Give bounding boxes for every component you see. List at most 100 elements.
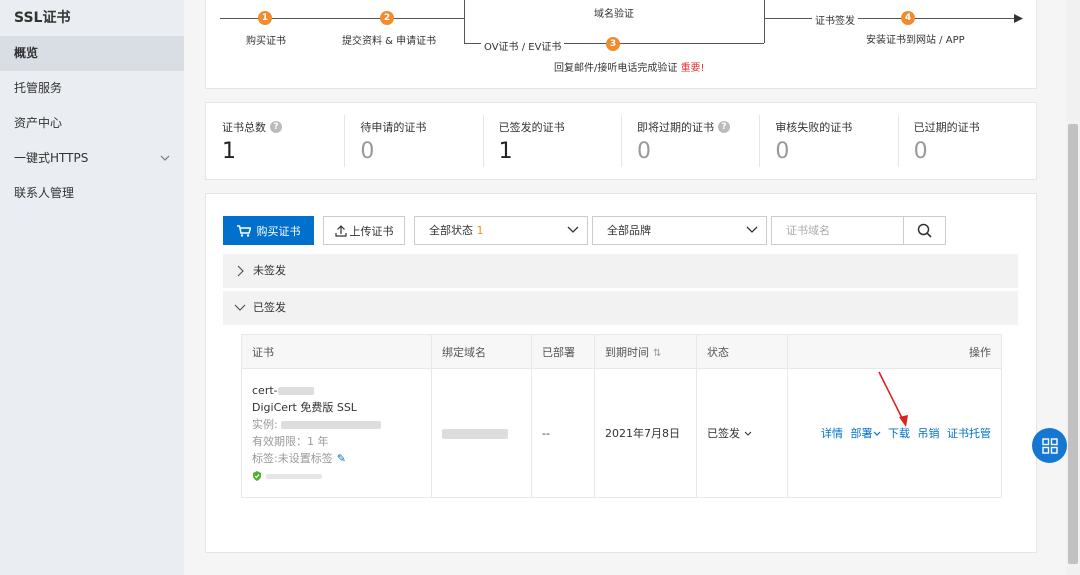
stat-label: 即将过期的证书 [636,121,714,134]
sidebar-item-contacts[interactable]: 联系人管理 [0,176,184,211]
group-label: 未签发 [253,264,286,277]
stat-label: 已签发的证书 [498,121,565,134]
domain-cell [431,368,532,498]
brand-select-value: 全部品牌 [607,224,651,237]
stats-panel: 证书总数? 1 待申请的证书 0 已签发的证书 1 即将过期的证书? 0 审核失… [205,102,1037,180]
stat-value: 0 [775,139,790,164]
upload-icon [334,224,347,237]
sidebar-item-label: 托管服务 [14,81,63,95]
ov-ev-label: OV证书 / EV证书 [481,38,565,53]
col-expiry-label: 到期时间 [605,345,649,359]
cert-badge [252,467,431,484]
buy-label: 购买证书 [256,224,301,238]
help-icon[interactable]: ? [717,121,730,133]
chevron-down-icon [744,431,751,436]
scrollbar-thumb[interactable] [1068,124,1078,564]
sidebar-item-overview[interactable]: 概览 [0,36,184,71]
chevron-down-icon [234,304,246,311]
cert-instance: 实例: [252,416,431,433]
stat-issued[interactable]: 已签发的证书 1 [482,103,621,179]
sidebar-item-https[interactable]: 一键式HTTPS [0,141,184,176]
group-label: 已签发 [253,301,286,314]
status-cell[interactable]: 已签发 [696,368,788,498]
cert-name: cert- [252,382,431,399]
chevron-down-icon [746,226,758,233]
step-1-label: 购买证书 [246,36,286,47]
sidebar-item-hosting[interactable]: 托管服务 [0,71,184,106]
process-flow: 1 购买证书 2 提交资料 & 申请证书 域名验证 OV证书 / EV证书 3 … [205,0,1037,89]
flow-line [764,18,1016,19]
toolbar: 购买证书 上传证书 全部状态 1 全部品牌 证书域名 [223,216,946,245]
stat-total[interactable]: 证书总数? 1 [206,103,344,179]
tag-label: 标签:未设置标签 [252,452,333,465]
stat-value: 0 [636,139,651,164]
status-count: 1 [476,224,484,237]
group-issued[interactable]: 已签发 [223,291,1018,325]
domain-verify-label: 域名验证 [594,9,634,20]
chevron-down-icon [873,431,880,436]
group-unissued[interactable]: 未签发 [223,254,1018,288]
sidebar: SSL证书 概览 托管服务 资产中心 一键式HTTPS 联系人管理 [0,0,184,575]
domain-search-input[interactable]: 证书域名 [771,216,903,245]
stat-expiring[interactable]: 即将过期的证书? 0 [620,103,759,179]
cert-validity: 有效期限：1 年 [252,435,329,448]
step-3-label: 回复邮件/接听电话完成验证 重要! [554,59,705,74]
sort-icon[interactable]: ⇅ [653,348,661,359]
sidebar-item-label: 概览 [14,46,39,60]
stat-value: 0 [360,139,375,164]
stat-failed[interactable]: 审核失败的证书 0 [759,103,897,179]
cert-product: DigiCert 免费版 SSL [252,401,357,414]
important-tag: 重要! [680,63,705,74]
upload-certificate-button[interactable]: 上传证书 [323,216,405,245]
stat-value: 0 [913,139,928,164]
redacted-text [442,428,508,439]
status-text: 已签发 [707,427,740,440]
stat-label: 证书总数 [222,121,266,134]
sidebar-item-label: 联系人管理 [14,186,75,200]
step-3-text: 回复邮件/接听电话完成验证 [554,63,678,74]
annotation-arrow [878,371,908,427]
deployed-cell: -- [531,368,595,498]
flow-line [220,18,464,19]
chevron-right-icon [237,265,244,277]
sidebar-item-label: 一键式HTTPS [14,151,89,165]
scrollbar[interactable] [1066,0,1080,575]
search-button[interactable] [903,216,946,245]
step-4-label: 安装证书到网站 / APP [866,35,965,46]
stat-expired[interactable]: 已过期的证书 0 [897,103,1036,179]
floating-apps-button[interactable] [1032,428,1067,463]
help-icon[interactable]: ? [270,121,282,133]
col-domain: 绑定域名 [431,334,532,369]
cert-cell: cert- DigiCert 免费版 SSL 实例: 有效期限：1 年 标签:未… [241,368,432,498]
shield-check-icon [253,471,261,481]
stat-value: 1 [222,139,236,164]
sidebar-title: SSL证书 [14,10,71,26]
flow-line [764,0,765,43]
step-2-label: 提交资料 & 申请证书 [342,36,437,47]
stat-label: 待申请的证书 [360,121,427,134]
brand-select[interactable]: 全部品牌 [592,216,767,245]
step-1-dot: 1 [258,11,272,25]
col-deployed: 已部署 [531,334,595,369]
edit-icon[interactable]: ✎ [337,452,346,465]
main-content: 1 购买证书 2 提交资料 & 申请证书 域名验证 OV证书 / EV证书 3 … [184,0,1066,575]
flow-line [464,0,465,43]
sidebar-item-label: 资产中心 [14,116,63,130]
issue-label: 证书签发 [812,12,858,27]
cert-hosting-link[interactable]: 证书托管 [947,427,991,440]
grid-icon [1041,437,1058,454]
revoke-link[interactable]: 吊销 [918,427,940,440]
upload-label: 上传证书 [349,224,394,238]
redacted-text [277,387,314,395]
expiry-cell: 2021年7月8日 [594,368,697,498]
stat-pending[interactable]: 待申请的证书 0 [344,103,482,179]
sidebar-item-assets[interactable]: 资产中心 [0,106,184,141]
status-select[interactable]: 全部状态 1 [414,216,588,245]
buy-certificate-button[interactable]: 购买证书 [223,216,314,245]
col-expiry[interactable]: 到期时间 ⇅ [594,334,697,369]
redacted-text [281,421,382,429]
col-status: 状态 [696,334,788,369]
arrow-right-icon [1014,14,1023,23]
redacted-text [265,473,322,479]
details-link[interactable]: 详情 [821,427,843,440]
